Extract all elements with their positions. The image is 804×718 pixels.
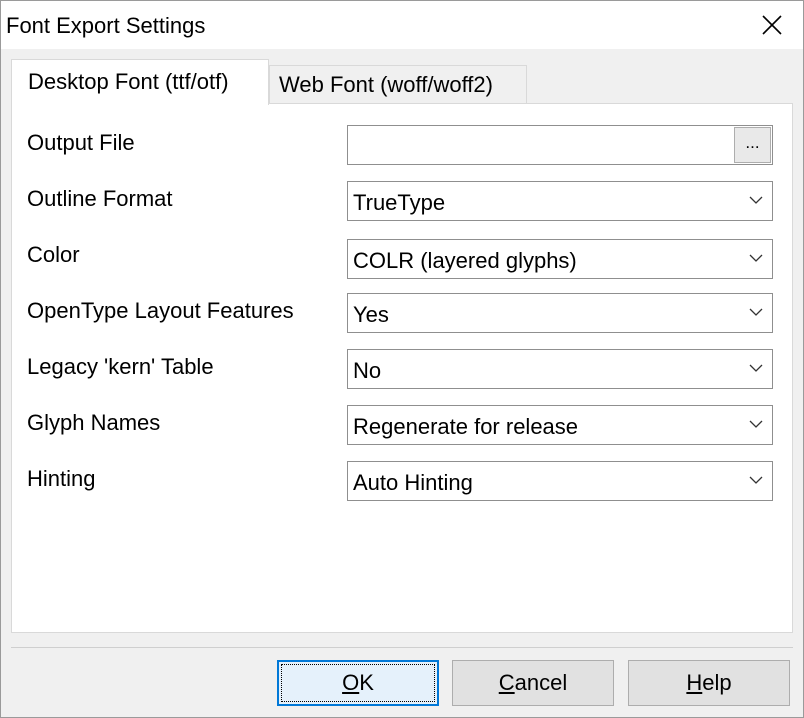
help-mnemonic: H: [686, 670, 703, 695]
outline-format-label: Outline Format: [27, 186, 173, 211]
chevron-down-icon: [749, 364, 763, 372]
chevron-down-icon: [749, 476, 763, 484]
outline-format-select[interactable]: TrueType: [347, 181, 773, 221]
outline-format-value: TrueType: [353, 190, 446, 215]
ok-button[interactable]: OK: [277, 660, 439, 706]
tab-web-font[interactable]: Web Font (woff/woff2): [269, 65, 527, 103]
color-label: Color: [27, 242, 80, 267]
window-title: Font Export Settings: [6, 13, 206, 38]
chevron-down-icon: [749, 196, 763, 204]
color-value: COLR (layered glyphs): [353, 248, 577, 273]
legacy-kern-value: No: [353, 358, 382, 383]
font-export-dialog: Font Export Settings Desktop Font (ttf/o…: [0, 0, 804, 718]
legacy-kern-label: Legacy 'kern' Table: [27, 354, 214, 379]
hinting-value: Auto Hinting: [353, 470, 473, 495]
cancel-button[interactable]: Cancel: [452, 660, 614, 706]
glyph-names-select[interactable]: Regenerate for release: [347, 405, 773, 445]
glyph-names-label: Glyph Names: [27, 410, 161, 435]
ok-label-rest: K: [359, 670, 374, 695]
help-label-rest: elp: [702, 670, 732, 695]
chevron-down-icon: [749, 254, 763, 262]
output-file-label: Output File: [27, 130, 135, 155]
help-button[interactable]: Help: [628, 660, 790, 706]
title-bar: Font Export Settings: [1, 1, 803, 49]
tab-desktop-font[interactable]: Desktop Font (ttf/otf): [11, 59, 269, 105]
close-button[interactable]: [741, 1, 803, 49]
browse-button[interactable]: ...: [734, 127, 771, 163]
cancel-mnemonic: C: [498, 670, 515, 695]
legacy-kern-select[interactable]: No: [347, 349, 773, 389]
opentype-layout-value: Yes: [353, 302, 389, 327]
glyph-names-value: Regenerate for release: [353, 414, 579, 439]
footer-divider: [11, 647, 793, 648]
hinting-label: Hinting: [27, 466, 96, 491]
ok-mnemonic: O: [342, 670, 360, 695]
color-select[interactable]: COLR (layered glyphs): [347, 239, 773, 279]
cancel-label-rest: ancel: [514, 670, 568, 695]
hinting-select[interactable]: Auto Hinting: [347, 461, 773, 501]
chevron-down-icon: [749, 420, 763, 428]
opentype-layout-select[interactable]: Yes: [347, 293, 773, 333]
opentype-layout-label: OpenType Layout Features: [27, 298, 294, 323]
chevron-down-icon: [749, 308, 763, 316]
output-file-input[interactable]: ...: [347, 125, 773, 165]
close-icon: [762, 15, 782, 35]
